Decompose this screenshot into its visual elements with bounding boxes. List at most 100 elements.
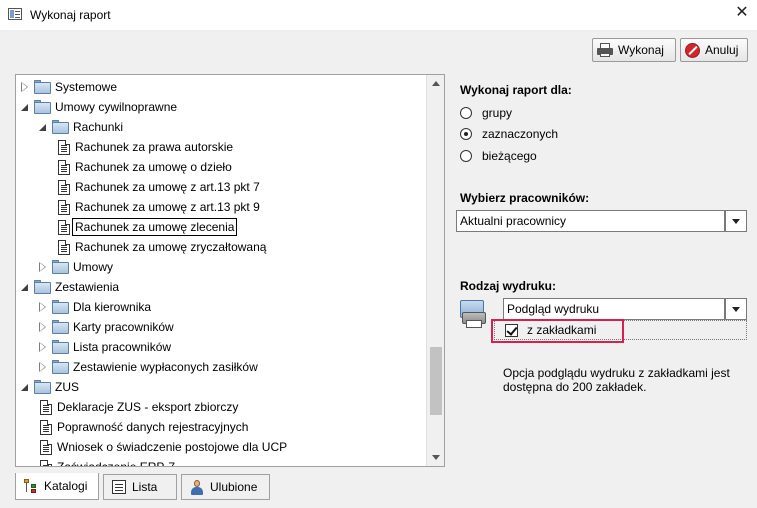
folder-icon [34, 380, 51, 394]
tree-icon [24, 479, 38, 493]
collapse-arrow-icon[interactable] [20, 382, 30, 392]
print-type-title: Rodzaj wydruku: [460, 279, 557, 293]
run-report-label: Wykonaj [618, 43, 664, 57]
tree-report-item[interactable]: Deklaracje ZUS - eksport zbiorczy [38, 397, 238, 417]
tree-report-item[interactable]: Rachunek za umowę z art.13 pkt 7 [56, 177, 260, 197]
document-icon [58, 239, 70, 255]
tree-report-item[interactable]: Poprawność danych rejestracyjnych [38, 417, 248, 437]
folder-icon [52, 120, 69, 134]
document-icon [58, 199, 70, 215]
expand-arrow-icon[interactable] [38, 262, 48, 272]
tab-ulubione[interactable]: Ulubione [181, 474, 270, 500]
tree-folder-item[interactable]: Karty pracowników [38, 317, 174, 337]
cancel-label: Anuluj [705, 43, 739, 57]
tree-item-label: Wniosek o świadczenie postojowe dla UCP [57, 440, 288, 454]
employees-dropdown-button[interactable] [725, 210, 747, 232]
tree-item-label: Zaświadczenie ERP-7 [57, 460, 175, 466]
expand-arrow-icon[interactable] [20, 82, 30, 92]
print-type-dropdown-button[interactable] [725, 298, 747, 320]
title-bar: Wykonaj raport ✕ [0, 0, 757, 30]
radio-grupy[interactable]: grupy [460, 106, 512, 120]
dialog-body: Wykonaj Anuluj Systemowe Umowy cywilnopra… [0, 30, 757, 508]
run-report-button[interactable]: Wykonaj [592, 38, 676, 62]
collapse-arrow-icon[interactable] [20, 282, 30, 292]
tree-item-label: Rachunek za umowę zryczałtowaną [75, 240, 267, 254]
close-icon[interactable]: ✕ [733, 4, 751, 22]
print-preview-icon [460, 298, 488, 332]
expand-arrow-icon[interactable] [38, 342, 48, 352]
scroll-up-button[interactable] [427, 75, 444, 92]
collapse-arrow-icon[interactable] [38, 122, 48, 132]
tree-report-item[interactable]: Zaświadczenie ERP-7 [38, 457, 175, 466]
folder-icon [34, 80, 51, 94]
folder-icon [52, 320, 69, 334]
tab-ulubione-label: Ulubione [210, 480, 258, 494]
employees-title: Wybierz pracowników: [460, 191, 590, 205]
tree-item-label: Umowy [73, 260, 114, 274]
print-type-select-value: Podgląd wydruku [507, 302, 600, 316]
radio-zaznaczonych-circle[interactable] [460, 128, 472, 140]
employees-select[interactable]: Aktualni pracownicy [456, 210, 725, 232]
radio-zaznaczonych-label: zaznaczonych [482, 127, 559, 141]
tree-report-item[interactable]: Wniosek o świadczenie postojowe dla UCP [38, 437, 287, 457]
tree-item-label: Rachunek za prawa autorskie [75, 140, 234, 154]
user-icon [190, 479, 204, 495]
expand-arrow-icon[interactable] [38, 362, 48, 372]
arrow-down-icon [431, 455, 440, 460]
radio-biezacego-circle[interactable] [460, 150, 472, 162]
folder-icon [52, 300, 69, 314]
tree-item-label: Rachunek za umowę o dzieło [75, 160, 232, 174]
document-icon [58, 219, 70, 235]
collapse-arrow-icon[interactable] [20, 102, 30, 112]
folder-icon [34, 280, 51, 294]
tree-item-label: Rachunek za umowę z art.13 pkt 7 [75, 180, 260, 194]
tree-folder-item[interactable]: Umowy [38, 257, 113, 277]
list-icon [112, 480, 126, 494]
tree-item-label: Zestawienie wypłaconych zasiłków [73, 360, 258, 374]
report-tree[interactable]: Systemowe Umowy cywilnoprawne Rachunki Rach… [15, 74, 445, 467]
tree-item-label: ZUS [55, 380, 79, 394]
radio-zaznaczonych[interactable]: zaznaczonych [460, 127, 558, 141]
printer-icon [597, 43, 613, 57]
tree-folder-item[interactable]: Systemowe [20, 77, 117, 97]
tab-lista[interactable]: Lista [103, 474, 177, 500]
highlight-frame [491, 319, 624, 343]
tree-item-label: Rachunki [73, 120, 124, 134]
expand-arrow-icon[interactable] [38, 302, 48, 312]
tree-rows: Systemowe Umowy cywilnoprawne Rachunki Rach… [16, 75, 426, 466]
radio-grupy-circle[interactable] [460, 107, 472, 119]
tab-katalogi-label: Katalogi [44, 479, 88, 493]
cancel-button[interactable]: Anuluj [680, 38, 748, 62]
tree-item-label: Deklaracje ZUS - eksport zbiorczy [57, 400, 239, 414]
cancel-icon [685, 42, 700, 58]
tree-report-item[interactable]: Rachunek za umowę zryczałtowaną [56, 237, 266, 257]
tree-item-label: Lista pracowników [73, 340, 172, 354]
tree-folder-item[interactable]: Rachunki [38, 117, 123, 137]
tree-item-label: Dla kierownika [73, 300, 152, 314]
radio-biezacego[interactable]: bieżącego [460, 149, 537, 163]
tree-folder-item[interactable]: Lista pracowników [38, 337, 171, 357]
print-type-select[interactable]: Podgląd wydruku [503, 298, 725, 320]
tree-folder-item[interactable]: Dla kierownika [38, 297, 151, 317]
tree-folder-item[interactable]: Zestawienie wypłaconych zasiłków [38, 357, 258, 377]
tree-folder-item[interactable]: Umowy cywilnoprawne [20, 97, 177, 117]
tree-report-item[interactable]: Rachunek za umowę o dzieło [56, 157, 232, 177]
scrollbar-thumb[interactable] [430, 347, 442, 415]
employees-select-value: Aktualni pracownicy [460, 214, 567, 228]
folder-icon [34, 100, 51, 114]
tree-report-item[interactable]: Rachunek za umowę z art.13 pkt 9 [56, 197, 260, 217]
document-icon [58, 159, 70, 175]
tree-vertical-scrollbar[interactable] [426, 75, 444, 466]
tree-folder-item[interactable]: Zestawienia [20, 277, 119, 297]
expand-arrow-icon[interactable] [38, 322, 48, 332]
tab-katalogi[interactable]: Katalogi [15, 473, 99, 500]
document-icon [58, 179, 70, 195]
scroll-down-button[interactable] [427, 449, 444, 466]
tree-report-item[interactable]: Rachunek za prawa autorskie [56, 137, 233, 157]
tree-folder-item[interactable]: ZUS [20, 377, 79, 397]
document-icon [58, 139, 70, 155]
tree-item-label: Poprawność danych rejestracyjnych [57, 420, 249, 434]
document-icon [40, 459, 52, 466]
folder-icon [52, 340, 69, 354]
tree-report-item[interactable]: Rachunek za umowę zlecenia [56, 217, 238, 237]
